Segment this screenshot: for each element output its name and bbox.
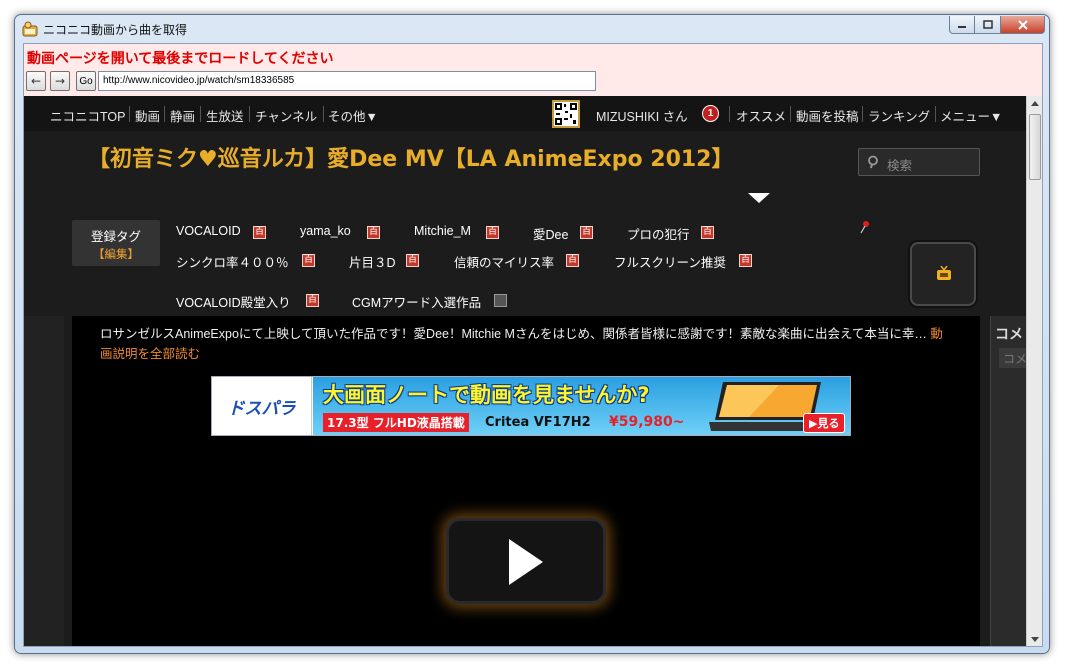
maximize-icon [982, 20, 993, 29]
ad-logo: ドスパラ [212, 377, 312, 435]
menu-upload[interactable]: 動画を投稿 [796, 106, 859, 125]
ad-cta-button[interactable]: ▶見る [803, 413, 846, 433]
ad-content: 大画面ノートで動画を見ませんか? 17.3型 フルHD液晶搭載 Critea V… [313, 377, 850, 435]
url-input[interactable]: http://www.nicovideo.jp/watch/sm18336585 [98, 71, 596, 91]
dictionary-icon[interactable]: 百 [302, 254, 315, 267]
play-button[interactable] [446, 518, 606, 604]
forward-button[interactable]: → [50, 71, 70, 91]
close-button[interactable] [1001, 16, 1045, 34]
tag-item[interactable]: 信頼のマイリス率 [454, 252, 554, 271]
tag-item[interactable]: VOCALOID [176, 224, 241, 238]
description-text: ロサンゼルスAnimeExpoにて上映して頂いた作品です！愛Dee！Mitchi… [100, 327, 927, 341]
menu-separator [862, 106, 863, 122]
tv-mode-button[interactable] [910, 242, 976, 306]
user-name[interactable]: MIZUSHIKI さん [596, 106, 688, 125]
site-top-menu: ニコニコTOP 動画 静画 生放送 チャンネル その他▼ MIZUSHIKI さ… [24, 96, 1026, 131]
video-player[interactable]: ロサンゼルスAnimeExpoにて上映して頂いた作品です！愛Dee！Mitchi… [72, 316, 980, 646]
ad-spec: 17.3型 フルHD液晶搭載 [323, 413, 469, 432]
tag-item[interactable]: プロの犯行 [627, 224, 690, 243]
tag-item[interactable]: CGMアワード入選作品 [352, 292, 481, 311]
ad-model: Critea VF17H2 [485, 415, 591, 430]
tv-icon [937, 266, 951, 280]
menu-main[interactable]: メニュー▼ [940, 106, 1002, 125]
menu-separator [790, 106, 791, 122]
comment-panel: コメ コメ [990, 316, 1026, 646]
dictionary-icon[interactable]: 百 [306, 294, 319, 307]
menu-channel[interactable]: チャンネル [255, 106, 317, 125]
minimize-icon [958, 25, 966, 28]
vertical-scrollbar[interactable] [1026, 96, 1042, 646]
pin-icon[interactable] [860, 220, 870, 234]
search-placeholder: 検索 [887, 158, 913, 173]
menu-separator [164, 106, 165, 122]
go-button[interactable]: Go [76, 71, 96, 91]
search-icon [868, 155, 878, 169]
ad-banner[interactable]: ドスパラ 大画面ノートで動画を見ませんか? 17.3型 フルHD液晶搭載 Cri… [211, 376, 851, 436]
dictionary-icon[interactable]: 百 [580, 226, 593, 239]
scroll-up-icon[interactable] [1031, 101, 1039, 106]
video-title: 【初音ミク♥巡音ルカ】愛Dee MV【LA AnimeExpo 2012】 [88, 147, 734, 172]
notification-badge[interactable]: 1 [702, 105, 719, 122]
tag-label: 登録タグ [90, 229, 141, 244]
search-input[interactable]: 検索 [858, 148, 980, 176]
scroll-down-icon[interactable] [1031, 637, 1039, 642]
dictionary-icon[interactable]: 百 [566, 254, 579, 267]
video-description: ロサンゼルスAnimeExpoにて上映して頂いた作品です！愛Dee！Mitchi… [100, 324, 950, 364]
instruction-text: 動画ページを開いて最後までロードしてください [27, 50, 334, 66]
ad-headline: 大画面ノートで動画を見ませんか? [323, 383, 650, 407]
menu-separator [323, 106, 324, 122]
menu-others[interactable]: その他▼ [328, 106, 378, 125]
menu-separator [129, 106, 130, 122]
menu-live[interactable]: 生放送 [206, 106, 244, 125]
tag-label-box: 登録タグ 【編集】 [72, 220, 160, 266]
title-bar[interactable]: ニコニコ動画から曲を取得 [15, 15, 1049, 43]
dictionary-icon[interactable]: 百 [701, 226, 714, 239]
tag-item[interactable]: Mitchie_M [414, 224, 471, 238]
menu-ranking[interactable]: ランキング [868, 106, 930, 125]
comment-panel-tab[interactable]: コメ [999, 348, 1026, 368]
dictionary-icon[interactable]: 百 [367, 226, 380, 239]
dictionary-icon[interactable]: 百 [253, 226, 266, 239]
scroll-thumb[interactable] [1029, 114, 1041, 180]
left-gutter [24, 316, 64, 646]
menu-niconico-top[interactable]: ニコニコTOP [50, 106, 125, 125]
menu-separator [249, 106, 250, 122]
tag-item[interactable]: フルスクリーン推奨 [614, 252, 726, 271]
menu-separator [935, 106, 936, 122]
dictionary-icon[interactable]: 百 [739, 254, 752, 267]
maximize-button[interactable] [975, 16, 1001, 34]
app-icon [22, 21, 38, 37]
dictionary-icon[interactable] [494, 294, 507, 307]
tag-edit-link[interactable]: 【編集】 [72, 246, 160, 262]
browser-nav-bar: ← → Go http://www.nicovideo.jp/watch/sm1… [24, 70, 1042, 92]
minimize-button[interactable] [949, 16, 975, 34]
comment-panel-title: コメ [995, 327, 1023, 343]
menu-separator [200, 106, 201, 122]
tag-item[interactable]: 愛Dee [533, 224, 568, 243]
back-button[interactable]: ← [26, 71, 46, 91]
tag-item[interactable]: 片目３D [349, 252, 396, 271]
dictionary-icon[interactable]: 百 [406, 254, 419, 267]
menu-douga[interactable]: 動画 [135, 106, 160, 125]
web-view: ニコニコTOP 動画 静画 生放送 チャンネル その他▼ MIZUSHIKI さ… [24, 96, 1026, 646]
client-area: 動画ページを開いて最後までロードしてください ← → Go http://www… [23, 43, 1043, 647]
close-icon [1017, 19, 1028, 30]
tag-item[interactable]: yama_ko [300, 224, 351, 238]
tag-item[interactable]: VOCALOID殿堂入り [176, 292, 291, 311]
play-icon [509, 539, 543, 585]
expand-arrow-icon[interactable] [748, 193, 770, 203]
menu-seiga[interactable]: 静画 [170, 106, 195, 125]
menu-recommend[interactable]: オススメ [736, 106, 786, 125]
ad-price: ¥59,980~ [609, 414, 685, 430]
tag-item[interactable]: シンクロ率４００％ [176, 252, 289, 271]
dictionary-icon[interactable]: 百 [486, 226, 499, 239]
app-window: ニコニコ動画から曲を取得 動画ページを開いて最後までロードしてください ← → … [14, 14, 1050, 654]
menu-separator [729, 106, 730, 122]
window-title: ニコニコ動画から曲を取得 [43, 23, 188, 37]
user-avatar-qr-icon[interactable] [552, 100, 580, 128]
